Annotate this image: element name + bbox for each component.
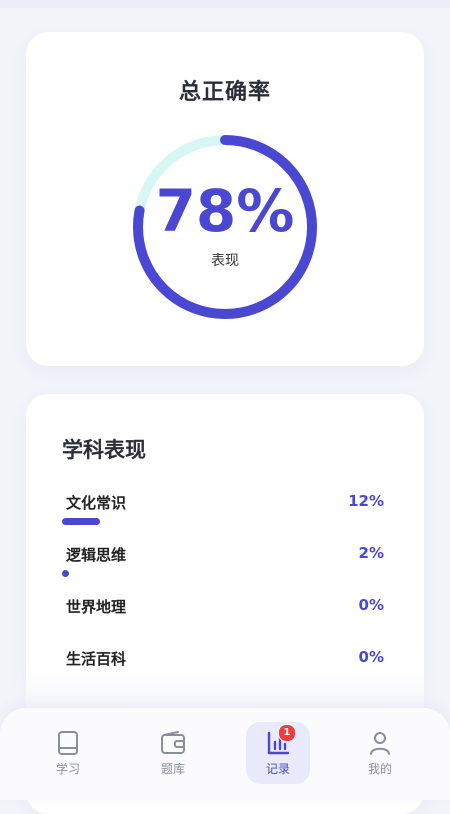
accuracy-card: 总正确率 78% 表现 bbox=[26, 32, 424, 366]
tab-profile[interactable]: 我的 bbox=[348, 722, 412, 784]
tab-study[interactable]: 学习 bbox=[36, 722, 100, 784]
tab-label: 学习 bbox=[55, 762, 80, 776]
subject-value: 0% bbox=[358, 648, 384, 666]
subject-progress-bar bbox=[62, 570, 69, 577]
accuracy-subtitle: 表现 bbox=[211, 253, 239, 269]
tab-label: 题库 bbox=[160, 762, 185, 776]
subject-progress-bar bbox=[62, 518, 101, 525]
subject-row-logic[interactable]: 逻辑思维 2% bbox=[62, 544, 384, 584]
tab-label: 记录 bbox=[265, 762, 290, 776]
tab-question-bank[interactable]: 题库 bbox=[141, 722, 205, 784]
subject-name: 逻辑思维 bbox=[66, 546, 127, 564]
subject-row-geography[interactable]: 世界地理 0% bbox=[66, 596, 384, 636]
book-icon bbox=[58, 731, 78, 755]
subject-name: 生活百科 bbox=[66, 650, 127, 668]
subject-value: 2% bbox=[358, 544, 384, 562]
user-icon bbox=[370, 732, 390, 755]
accuracy-title: 总正确率 bbox=[178, 80, 271, 105]
tab-records[interactable]: 1 记录 bbox=[246, 722, 310, 784]
bottom-tab-bar: 学习 题库 1 记录 我的 bbox=[0, 708, 450, 800]
wallet-icon bbox=[161, 731, 185, 754]
subject-name: 文化常识 bbox=[66, 494, 127, 512]
status-strip bbox=[0, 0, 450, 8]
subject-value: 0% bbox=[358, 596, 384, 614]
notification-badge: 1 bbox=[278, 724, 296, 742]
subject-performance-title: 学科表现 bbox=[62, 438, 146, 462]
accuracy-percent: 78% bbox=[155, 177, 295, 245]
subject-value: 12% bbox=[348, 492, 384, 510]
subject-row-culture[interactable]: 文化常识 12% bbox=[62, 492, 384, 532]
tab-label: 我的 bbox=[367, 762, 392, 776]
subject-name: 世界地理 bbox=[66, 598, 127, 616]
